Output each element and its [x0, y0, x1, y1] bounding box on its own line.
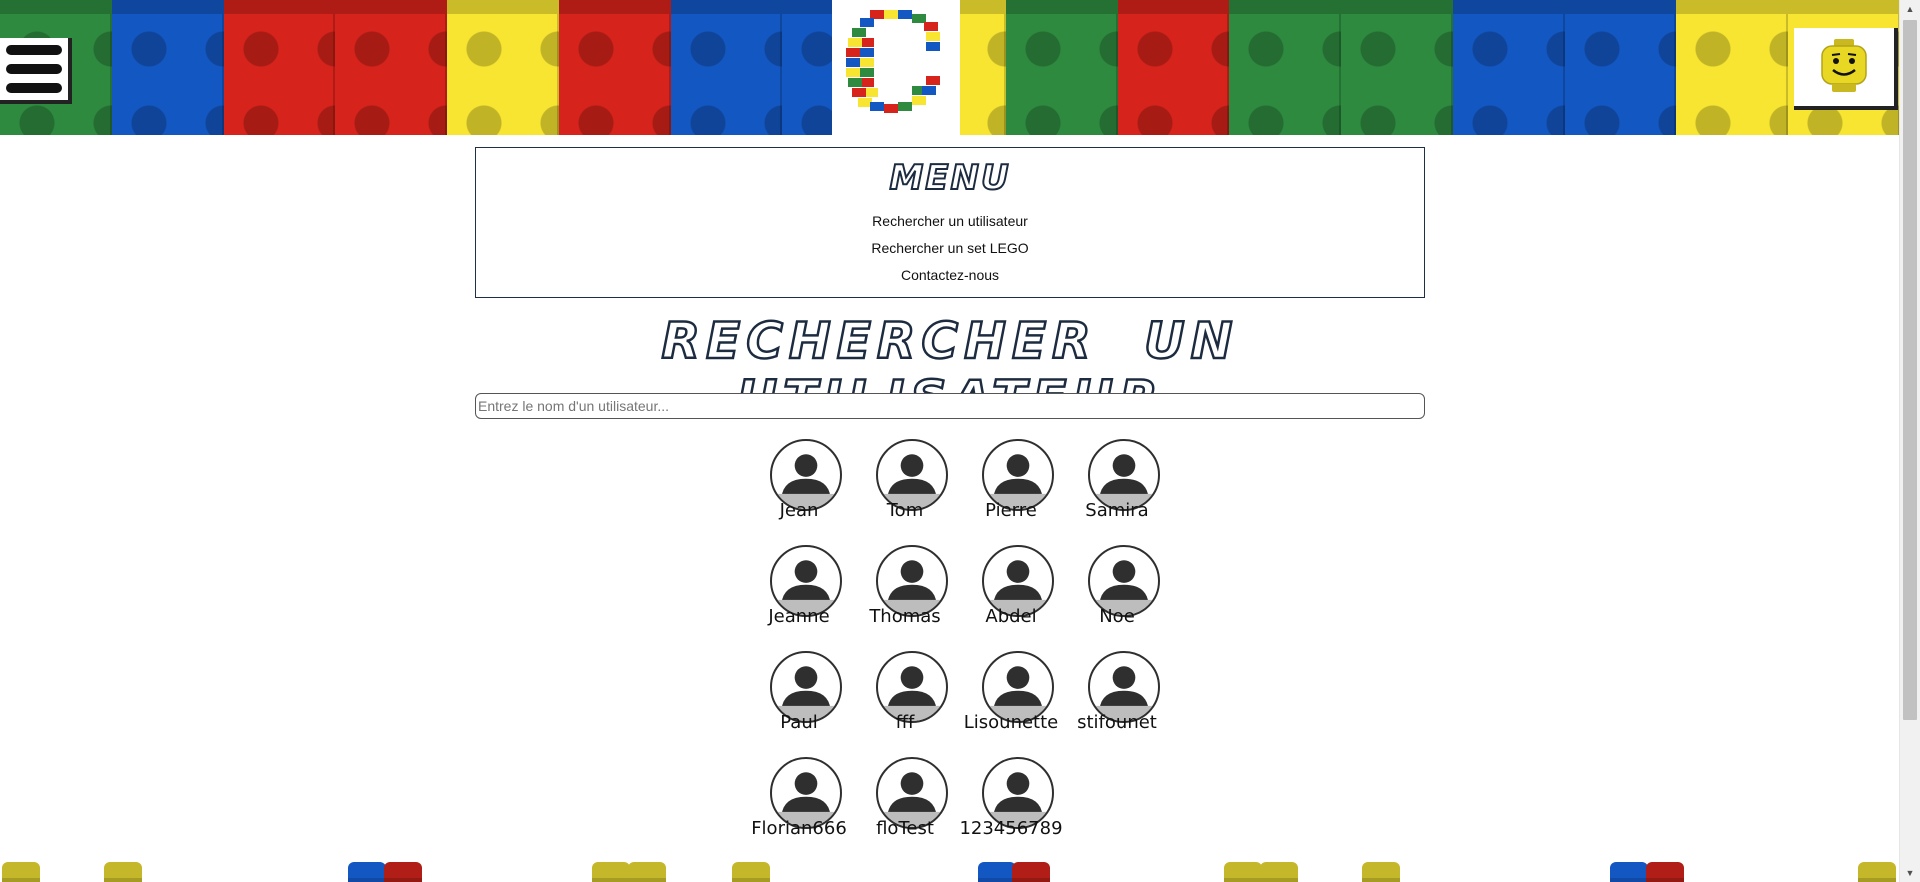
user-name: Samira	[1085, 500, 1149, 521]
brick	[1564, 0, 1677, 135]
brick	[335, 0, 448, 135]
brick-stud	[978, 862, 1016, 882]
user-name: stifounet	[1077, 712, 1157, 733]
user-card[interactable]: Abdel	[958, 545, 1064, 651]
hamburger-icon	[6, 64, 62, 74]
user-card[interactable]: Lisounette	[958, 651, 1064, 757]
user-avatar-icon	[984, 454, 1052, 509]
user-avatar-icon	[878, 454, 946, 509]
user-name: Noe	[1099, 606, 1135, 627]
user-card[interactable]: Tom	[852, 439, 958, 545]
hamburger-icon	[6, 83, 62, 93]
user-card[interactable]: Noe	[1064, 545, 1170, 651]
menu-link-search-user[interactable]: Rechercher un utilisateur	[476, 208, 1424, 235]
user-card[interactable]: Jeanne	[746, 545, 852, 651]
site-logo[interactable]	[832, 0, 960, 135]
menu-title: MENU	[888, 157, 1011, 199]
brick-stud	[348, 862, 386, 882]
brick-stud	[592, 862, 630, 882]
brick-stud	[732, 862, 770, 882]
user-avatar-icon	[772, 560, 840, 615]
brick-stud	[1224, 862, 1262, 882]
brick	[1229, 0, 1342, 135]
user-avatar-icon	[1090, 560, 1158, 615]
brick-stud	[1858, 862, 1896, 882]
user-avatar-icon	[878, 560, 946, 615]
user-avatar-icon	[984, 772, 1052, 827]
user-card[interactable]: Pierre	[958, 439, 1064, 545]
user-avatar-icon	[878, 666, 946, 721]
brick	[670, 0, 783, 135]
brick-stud	[1646, 862, 1684, 882]
user-search-input[interactable]	[475, 393, 1425, 419]
brick-stud	[1362, 862, 1400, 882]
scroll-down-icon[interactable]: ▼	[1900, 864, 1920, 882]
brick-stud	[2, 862, 40, 882]
brick	[1341, 0, 1453, 135]
bottom-brick-band	[0, 858, 1900, 882]
user-avatar-icon	[1090, 666, 1158, 721]
users-grid: Jean Tom Pierre Samira Jeanne Thomas Abdel Noe P…	[746, 439, 1176, 863]
user-card[interactable]: floTest	[852, 757, 958, 863]
brick	[1676, 0, 1789, 135]
brick	[111, 0, 224, 135]
brick-stud	[384, 862, 422, 882]
lego-minifig-head-icon	[1821, 39, 1867, 92]
scroll-up-icon[interactable]: ▲	[1900, 0, 1920, 18]
brick-stud	[1610, 862, 1648, 882]
vertical-scrollbar[interactable]: ▲ ▼	[1899, 0, 1920, 882]
brick	[223, 0, 336, 135]
hamburger-icon	[6, 45, 62, 55]
menu-link-contact[interactable]: Contactez-nous	[476, 262, 1424, 289]
brick	[447, 0, 559, 135]
user-avatar-icon	[878, 772, 946, 827]
brick-stud	[104, 862, 142, 882]
user-card[interactable]: Samira	[1064, 439, 1170, 545]
user-card[interactable]: Jean	[746, 439, 852, 545]
brick-stud	[628, 862, 666, 882]
hamburger-menu-button[interactable]	[0, 38, 72, 104]
brick	[1005, 0, 1118, 135]
brick	[558, 0, 671, 135]
brick	[1452, 0, 1565, 135]
lego-c-logo-icon	[846, 9, 940, 113]
brick	[1117, 0, 1230, 135]
user-card[interactable]: stifounet	[1064, 651, 1170, 757]
user-card[interactable]: fff	[852, 651, 958, 757]
profile-button[interactable]	[1794, 28, 1898, 110]
user-avatar-icon	[984, 666, 1052, 721]
user-card[interactable]: Florian666	[746, 757, 852, 863]
brick-stud	[1260, 862, 1298, 882]
user-avatar-icon	[1090, 454, 1158, 509]
menu-link-search-set[interactable]: Rechercher un set LEGO	[476, 235, 1424, 262]
user-avatar-icon	[984, 560, 1052, 615]
user-avatar-icon	[772, 454, 840, 509]
user-card[interactable]: Paul	[746, 651, 852, 757]
user-card[interactable]: Thomas	[852, 545, 958, 651]
brick-stud	[1012, 862, 1050, 882]
menu-panel: MENU Rechercher un utilisateur Recherche…	[475, 147, 1425, 298]
user-name: 123456789	[959, 818, 1063, 839]
scrollbar-thumb[interactable]	[1903, 20, 1917, 720]
user-avatar-icon	[772, 666, 840, 721]
user-avatar-icon	[772, 772, 840, 827]
user-card[interactable]: 123456789	[958, 757, 1064, 863]
